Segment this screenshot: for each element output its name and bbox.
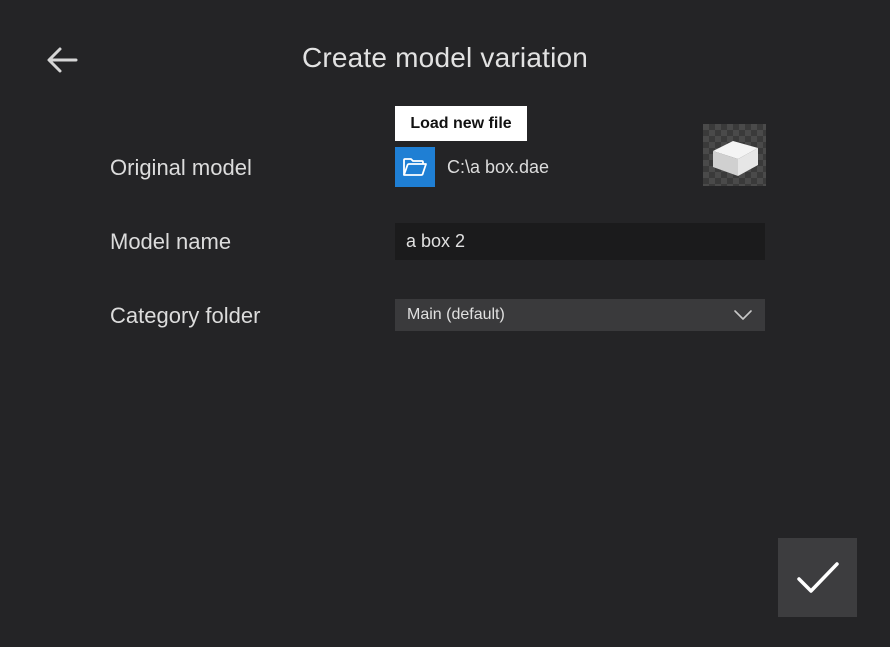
create-model-variation-screen: Create model variation Original model Lo…	[0, 0, 890, 647]
original-model-label: Original model	[110, 155, 252, 180]
model-name-input[interactable]	[395, 223, 765, 260]
category-folder-label: Category folder	[110, 303, 261, 328]
model-thumbnail	[703, 124, 766, 186]
category-folder-selected-value: Main (default)	[407, 306, 505, 323]
checkmark-icon	[796, 561, 839, 593]
original-model-file-path: C:\a box.dae	[447, 157, 550, 177]
folder-open-icon	[403, 158, 427, 176]
model-name-label: Model name	[110, 229, 232, 254]
page-title: Create model variation	[301, 42, 589, 73]
chevron-down-icon	[734, 310, 752, 320]
confirm-button[interactable]	[778, 538, 857, 617]
load-new-file-tooltip: Load new file	[395, 106, 527, 141]
load-file-button[interactable]	[395, 147, 435, 187]
category-folder-dropdown[interactable]: Main (default)	[395, 299, 765, 331]
box-model-thumbnail	[713, 141, 758, 176]
